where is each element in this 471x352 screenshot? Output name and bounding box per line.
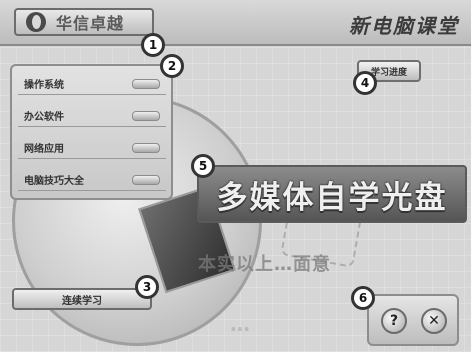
control-panel: ? ✕	[367, 294, 459, 346]
continuous-study-button[interactable]: 连续学习	[12, 288, 152, 310]
menu-item-label: 电脑技巧大全	[24, 175, 84, 187]
help-button[interactable]: ?	[381, 308, 407, 334]
help-icon: ?	[389, 313, 399, 329]
brand-text: 华信卓越	[56, 14, 125, 33]
menu-item-slot-icon	[132, 111, 160, 121]
app-title: 新电脑课堂	[349, 14, 459, 38]
menu-item-label: 操作系统	[24, 79, 64, 91]
menu-item-label: 办公软件	[24, 111, 64, 123]
top-bar: 华信卓越 新电脑课堂	[0, 0, 471, 46]
menu-item-network[interactable]: 网络应用	[18, 136, 166, 159]
watermark-text-1: 本实以上…面意	[198, 254, 331, 275]
close-icon: ✕	[428, 313, 440, 329]
callout-badge-2: 2	[160, 54, 184, 78]
title-banner: 多媒体自学光盘	[197, 165, 467, 223]
menu-item-os[interactable]: 操作系统	[18, 72, 166, 95]
callout-badge-3: 3	[135, 275, 159, 299]
callout-badge-4: 4	[353, 71, 377, 95]
logo-icon	[26, 12, 46, 32]
callout-badge-6: 6	[351, 286, 375, 310]
menu-item-slot-icon	[132, 143, 160, 153]
menu-item-label: 网络应用	[24, 143, 64, 155]
brand-logo[interactable]: 华信卓越	[14, 8, 154, 36]
menu-item-office[interactable]: 办公软件	[18, 104, 166, 127]
menu-item-slot-icon	[132, 175, 160, 185]
menu-item-tips[interactable]: 电脑技巧大全	[18, 168, 166, 191]
close-button[interactable]: ✕	[421, 308, 447, 334]
banner-text: 多媒体自学光盘	[216, 179, 448, 216]
callout-badge-5: 5	[191, 154, 215, 178]
category-menu: 操作系统 办公软件 网络应用 电脑技巧大全	[10, 64, 173, 200]
menu-item-slot-icon	[132, 79, 160, 89]
callout-badge-1: 1	[141, 33, 165, 57]
app-window: 华信卓越 新电脑课堂 操作系统 办公软件 网络应用 电脑技巧大全 学习进度 多媒…	[0, 0, 471, 352]
